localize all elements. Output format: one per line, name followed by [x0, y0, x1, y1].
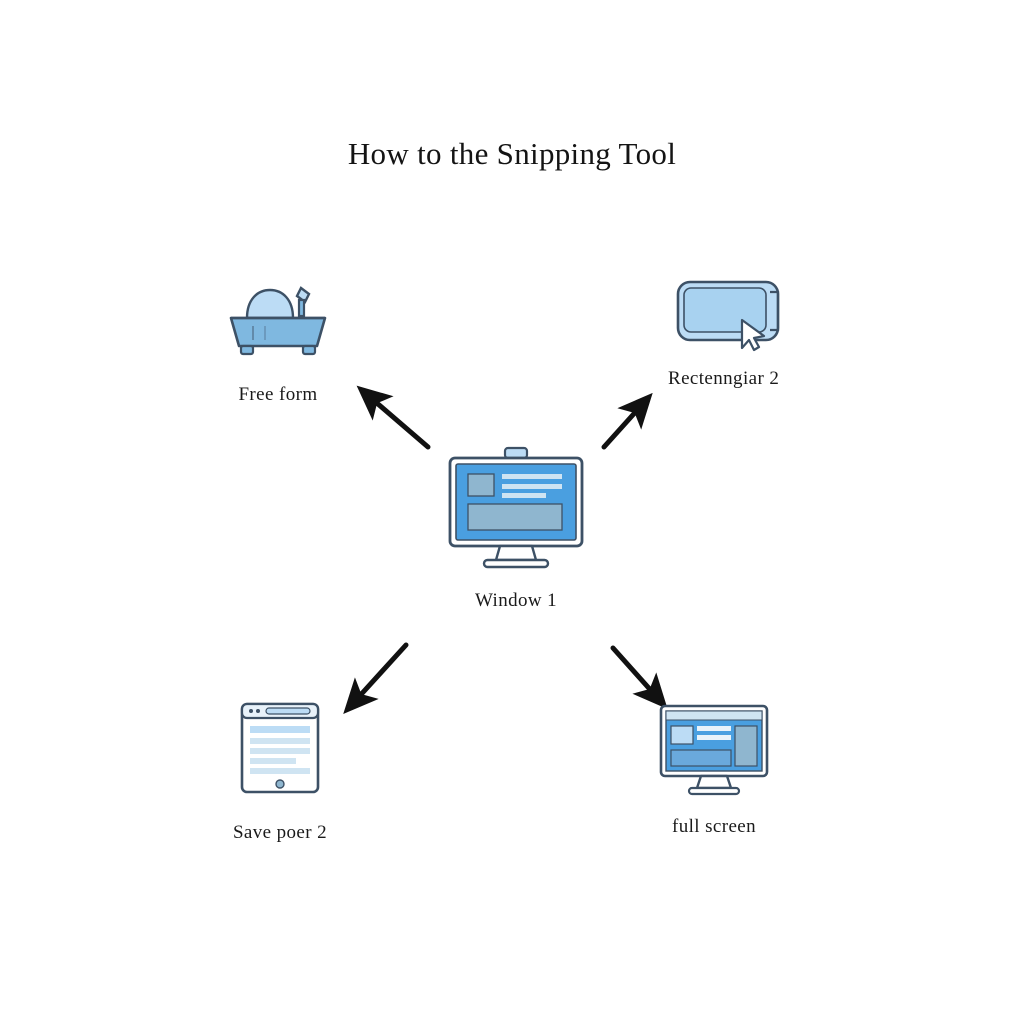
node-save-poer[interactable]: Save poer 2 — [200, 700, 360, 844]
arrow-to-save-poer — [343, 642, 409, 715]
node-window-1[interactable]: Window 1 — [416, 446, 616, 612]
node-full-screen[interactable]: full screen — [634, 702, 794, 838]
desktop-monitor-icon — [436, 446, 596, 572]
node-free-form[interactable]: Free form — [198, 270, 358, 406]
rectangle-cursor-icon — [658, 272, 790, 354]
node-label-save-poer: Save poer 2 — [232, 822, 328, 843]
document-window-icon — [234, 700, 326, 796]
node-label-rectangular: Rectenngiar 2 — [668, 368, 780, 389]
node-label-full-screen: full screen — [671, 816, 757, 837]
arrow-to-full-screen — [610, 645, 668, 710]
monitor-fullscreen-icon — [655, 702, 773, 796]
diagram-canvas: How to the Snipping Tool Free form Recte… — [0, 0, 1024, 1024]
node-rectangular[interactable]: Rectenngiar 2 — [650, 272, 820, 390]
arrow-to-rectangular — [601, 392, 653, 450]
node-label-free-form: Free form — [238, 384, 318, 405]
node-label-window-1: Window 1 — [474, 590, 558, 611]
scissors-snip-icon — [213, 270, 343, 362]
arrow-to-free-form — [356, 385, 431, 450]
